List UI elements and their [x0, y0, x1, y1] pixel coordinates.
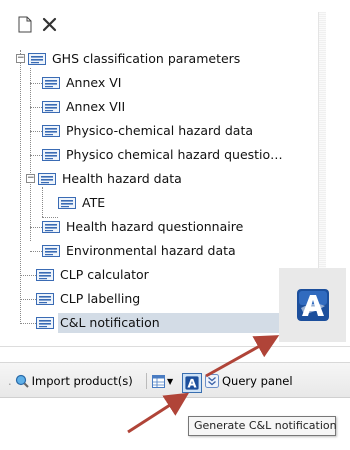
tree-node-label: CLP calculator: [60, 267, 149, 282]
tree-node-label: GHS classification parameters: [52, 51, 241, 66]
collapse-toggle[interactable]: −: [16, 54, 25, 63]
tooltip: Generate C&L notification: [188, 416, 337, 436]
tree-toolbar: [14, 12, 314, 38]
annotation-arrow: [127, 392, 190, 434]
tree-node-clp-labelling[interactable]: CLP labelling: [12, 289, 312, 309]
tree-node-label: Physico chemical hazard questio…: [66, 147, 283, 162]
tree-node-label: CLP labelling: [60, 291, 141, 306]
toolbar-separator: [146, 363, 147, 399]
tree-item-icon: [42, 101, 60, 113]
tree-node-annex-vi[interactable]: Annex VI: [12, 73, 312, 93]
tree-item-icon: [36, 317, 54, 329]
new-document-icon: [18, 16, 32, 32]
tree-item-icon: [42, 221, 60, 233]
delete-button[interactable]: [38, 12, 60, 36]
collapse-toggle[interactable]: −: [26, 174, 35, 183]
table-icon: [152, 374, 165, 388]
tree-node-label: ATE: [82, 195, 106, 210]
tree-item-icon: [42, 125, 60, 137]
tree-node-physico-chemical-hazard-data[interactable]: Physico-chemical hazard data: [12, 121, 312, 141]
cl-notification-icon: [185, 376, 199, 390]
import-magnifier-icon: [15, 374, 29, 388]
tree-node-environmental-hazard-data[interactable]: Environmental hazard data: [12, 241, 312, 261]
chevron-down-icon: ▼: [167, 376, 174, 386]
tree-item-icon: [42, 77, 60, 89]
delete-x-icon: [42, 17, 56, 31]
divider: [0, 346, 350, 347]
generate-cl-notification-button[interactable]: [182, 373, 202, 393]
bottom-toolbar: . Import product(s) ▼ Query panel: [0, 362, 350, 398]
tree-node-annex-vii[interactable]: Annex VII: [12, 97, 312, 117]
tree-item-icon: [28, 53, 46, 65]
tree-item-icon: [38, 173, 56, 185]
double-chevron-down-icon: [205, 374, 219, 388]
tree-node-ate[interactable]: ATE: [12, 193, 312, 213]
query-panel-label: Query panel: [222, 374, 293, 388]
import-products-button[interactable]: . Import product(s): [8, 363, 133, 399]
tree-node-health-hazard-questionnaire[interactable]: Health hazard questionnaire: [12, 217, 312, 237]
tree-node-label: C&L notification: [60, 315, 160, 330]
tree-item-icon: [42, 149, 60, 161]
tree-node-label: Health hazard data: [62, 171, 182, 186]
new-document-button[interactable]: [14, 12, 36, 36]
tree-item-icon: [36, 293, 54, 305]
separator-dot-icon: .: [8, 374, 12, 388]
query-panel-button[interactable]: Query panel: [205, 363, 293, 399]
tree-node-health-hazard-data[interactable]: − Health hazard data: [12, 169, 312, 189]
cl-notification-icon: [296, 289, 329, 321]
tree-node-cl-notification[interactable]: C&L notification: [12, 313, 312, 333]
tree-node-label: Health hazard questionnaire: [66, 219, 244, 234]
tree-node-label: Physico-chemical hazard data: [66, 123, 254, 138]
tree-node-label: Annex VI: [66, 75, 122, 90]
enlarged-icon-callout: [279, 268, 346, 342]
tree-item-icon: [58, 197, 76, 209]
import-products-label: Import product(s): [31, 374, 133, 388]
tree-node-label: Annex VII: [66, 99, 126, 114]
tree-node-label: Environmental hazard data: [66, 243, 236, 258]
view-dropdown-button[interactable]: ▼: [152, 363, 173, 399]
tree-panel: − GHS classification parameters Annex VI…: [12, 40, 318, 342]
tree-node-physico-chemical-hazard-questionnaire[interactable]: Physico chemical hazard questio…: [12, 145, 312, 165]
tree-node-clp-calculator[interactable]: CLP calculator: [12, 265, 312, 285]
tree-node-ghs-classification-parameters[interactable]: − GHS classification parameters: [12, 49, 312, 69]
tree-item-icon: [36, 269, 54, 281]
tree-item-icon: [42, 245, 60, 257]
